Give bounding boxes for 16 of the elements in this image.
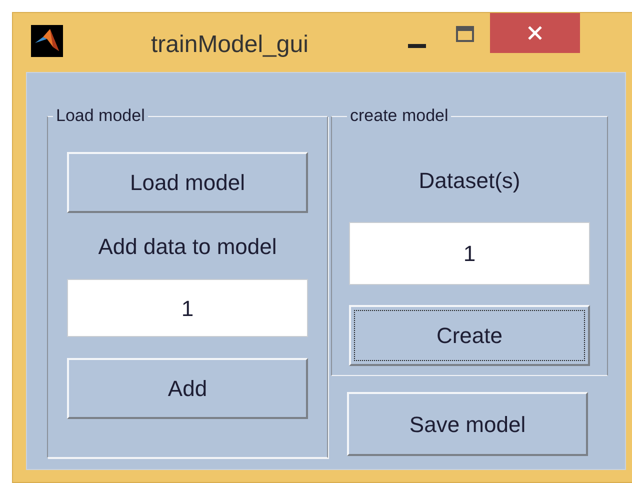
input-field[interactable]: 1 (67, 279, 308, 337)
maximize-icon[interactable] (456, 26, 474, 42)
app-logo-icon (31, 25, 63, 57)
push-button[interactable]: Load model (67, 152, 308, 213)
window-title: trainModel_gui (151, 30, 308, 60)
minimize-icon[interactable] (408, 44, 426, 48)
text-label: Add data to model (98, 234, 277, 259)
push-button[interactable]: Add (67, 358, 308, 419)
push-button[interactable]: Create (349, 305, 590, 366)
close-button[interactable] (490, 13, 580, 53)
close-icon (527, 25, 544, 41)
text-label: Dataset(s) (418, 168, 520, 193)
push-button[interactable]: Save model (347, 392, 588, 456)
group-title: Load model (55, 107, 146, 125)
input-field[interactable]: 1 (349, 222, 590, 285)
group-title: create model (349, 107, 450, 125)
